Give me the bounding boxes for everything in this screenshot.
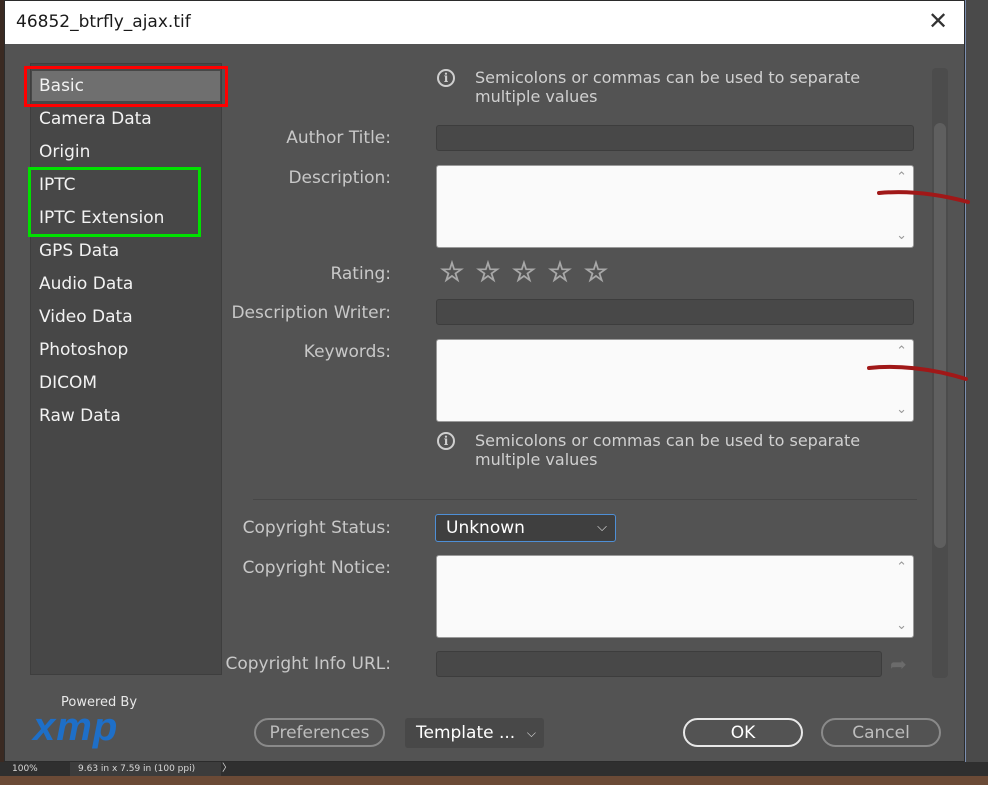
copyright-notice-label: Copyright Notice: [242, 558, 391, 578]
form-scrollbar-thumb[interactable] [934, 123, 946, 548]
nav-item-label: Video Data [39, 307, 133, 327]
close-icon[interactable]: ✕ [926, 9, 950, 33]
nav-item-raw-data[interactable]: Raw Data [39, 401, 221, 431]
rating-label: Rating: [330, 264, 391, 284]
template-label: Template ... [416, 723, 516, 743]
nav-item-label: GPS Data [39, 241, 120, 261]
ok-button[interactable]: OK [683, 718, 803, 747]
copyright-status-select[interactable]: Unknown ⌵ [435, 514, 616, 542]
nav-item-label: Camera Data [39, 109, 152, 129]
file-info-dialog: 46852_btrfly_ajax.tif ✕ Basic Camera Dat… [4, 0, 965, 762]
cancel-button[interactable]: Cancel [821, 718, 941, 747]
scroll-arrow-icon[interactable]: ⌃ [896, 560, 907, 575]
star-icon[interactable]: ☆ [578, 258, 614, 287]
copyright-url-label: Copyright Info URL: [225, 654, 391, 674]
keywords-label: Keywords: [303, 342, 391, 362]
nav-item-label: Basic [39, 76, 85, 96]
nav-item-label: DICOM [39, 373, 98, 393]
nav-item-photoshop[interactable]: Photoshop [39, 335, 221, 365]
goto-url-icon[interactable]: ➦ [890, 652, 907, 676]
chevron-right-icon[interactable]: 〉 [222, 762, 232, 776]
nav-item-dicom[interactable]: DICOM [39, 368, 221, 398]
copyright-status-value: Unknown [446, 518, 525, 538]
nav-item-label: IPTC Extension [39, 208, 165, 228]
title-bar: 46852_btrfly_ajax.tif ✕ [5, 1, 964, 44]
nav-item-basic[interactable]: Basic [32, 71, 220, 101]
nav-item-gps-data[interactable]: GPS Data [39, 236, 221, 266]
author-title-field[interactable] [436, 125, 914, 151]
nav-item-iptc-extension[interactable]: IPTC Extension [39, 203, 221, 233]
nav-item-label: IPTC [39, 175, 76, 195]
nav-item-origin[interactable]: Origin [39, 137, 221, 167]
star-icon[interactable]: ☆ [470, 258, 506, 287]
description-field[interactable]: ⌃ ⌄ [436, 165, 914, 248]
document-size: 9.63 in x 7.59 in (100 ppi) [70, 762, 221, 776]
info-icon: i [437, 432, 455, 450]
nav-item-label: Origin [39, 142, 91, 162]
background-window-edge [965, 0, 988, 762]
info-note-text: Semicolons or commas can be used to sepa… [475, 68, 861, 106]
preferences-button[interactable]: Preferences [254, 718, 385, 747]
scroll-arrow-icon[interactable]: ⌃ [896, 170, 907, 185]
zoom-level[interactable]: 100% [12, 762, 38, 776]
copyright-status-label: Copyright Status: [242, 518, 391, 538]
nav-item-audio-data[interactable]: Audio Data [39, 269, 221, 299]
info-icon: i [437, 69, 455, 87]
description-label: Description: [288, 168, 391, 188]
rating-stars: ☆ ☆ ☆ ☆ ☆ [434, 258, 614, 287]
template-dropdown[interactable]: Template ... ⌵ [405, 718, 544, 748]
nav-item-label: Raw Data [39, 406, 121, 426]
scroll-arrow-icon[interactable]: ⌄ [896, 618, 907, 633]
description-writer-field[interactable] [436, 299, 914, 325]
description-writer-label: Description Writer: [231, 303, 391, 323]
star-icon[interactable]: ☆ [434, 258, 470, 287]
category-nav: Basic Camera Data Origin IPTC IPTC Exten… [30, 63, 222, 675]
window-title: 46852_btrfly_ajax.tif [16, 12, 191, 32]
scroll-arrow-icon[interactable]: ⌄ [896, 228, 907, 243]
xmp-logo: xmp [33, 705, 119, 749]
canvas-image-edge [0, 776, 988, 785]
author-title-label: Author Title: [286, 128, 391, 148]
copyright-url-field[interactable] [436, 651, 882, 677]
nav-item-camera-data[interactable]: Camera Data [39, 104, 221, 134]
nav-item-iptc[interactable]: IPTC [39, 170, 221, 200]
chevron-down-icon: ⌵ [526, 726, 536, 740]
nav-item-label: Audio Data [39, 274, 134, 294]
star-icon[interactable]: ☆ [542, 258, 578, 287]
chevron-down-icon: ⌵ [597, 520, 607, 535]
nav-item-video-data[interactable]: Video Data [39, 302, 221, 332]
scroll-arrow-icon[interactable]: ⌃ [896, 344, 907, 359]
keywords-field[interactable]: ⌃ ⌄ [436, 339, 914, 422]
section-divider [253, 499, 917, 500]
info-note-text: Semicolons or commas can be used to sepa… [475, 431, 861, 469]
nav-item-label: Photoshop [39, 340, 129, 360]
copyright-notice-field[interactable]: ⌃ ⌄ [436, 555, 914, 638]
star-icon[interactable]: ☆ [506, 258, 542, 287]
status-bar: 100% 9.63 in x 7.59 in (100 ppi) 〉 [0, 762, 988, 776]
scroll-arrow-icon[interactable]: ⌄ [896, 402, 907, 417]
